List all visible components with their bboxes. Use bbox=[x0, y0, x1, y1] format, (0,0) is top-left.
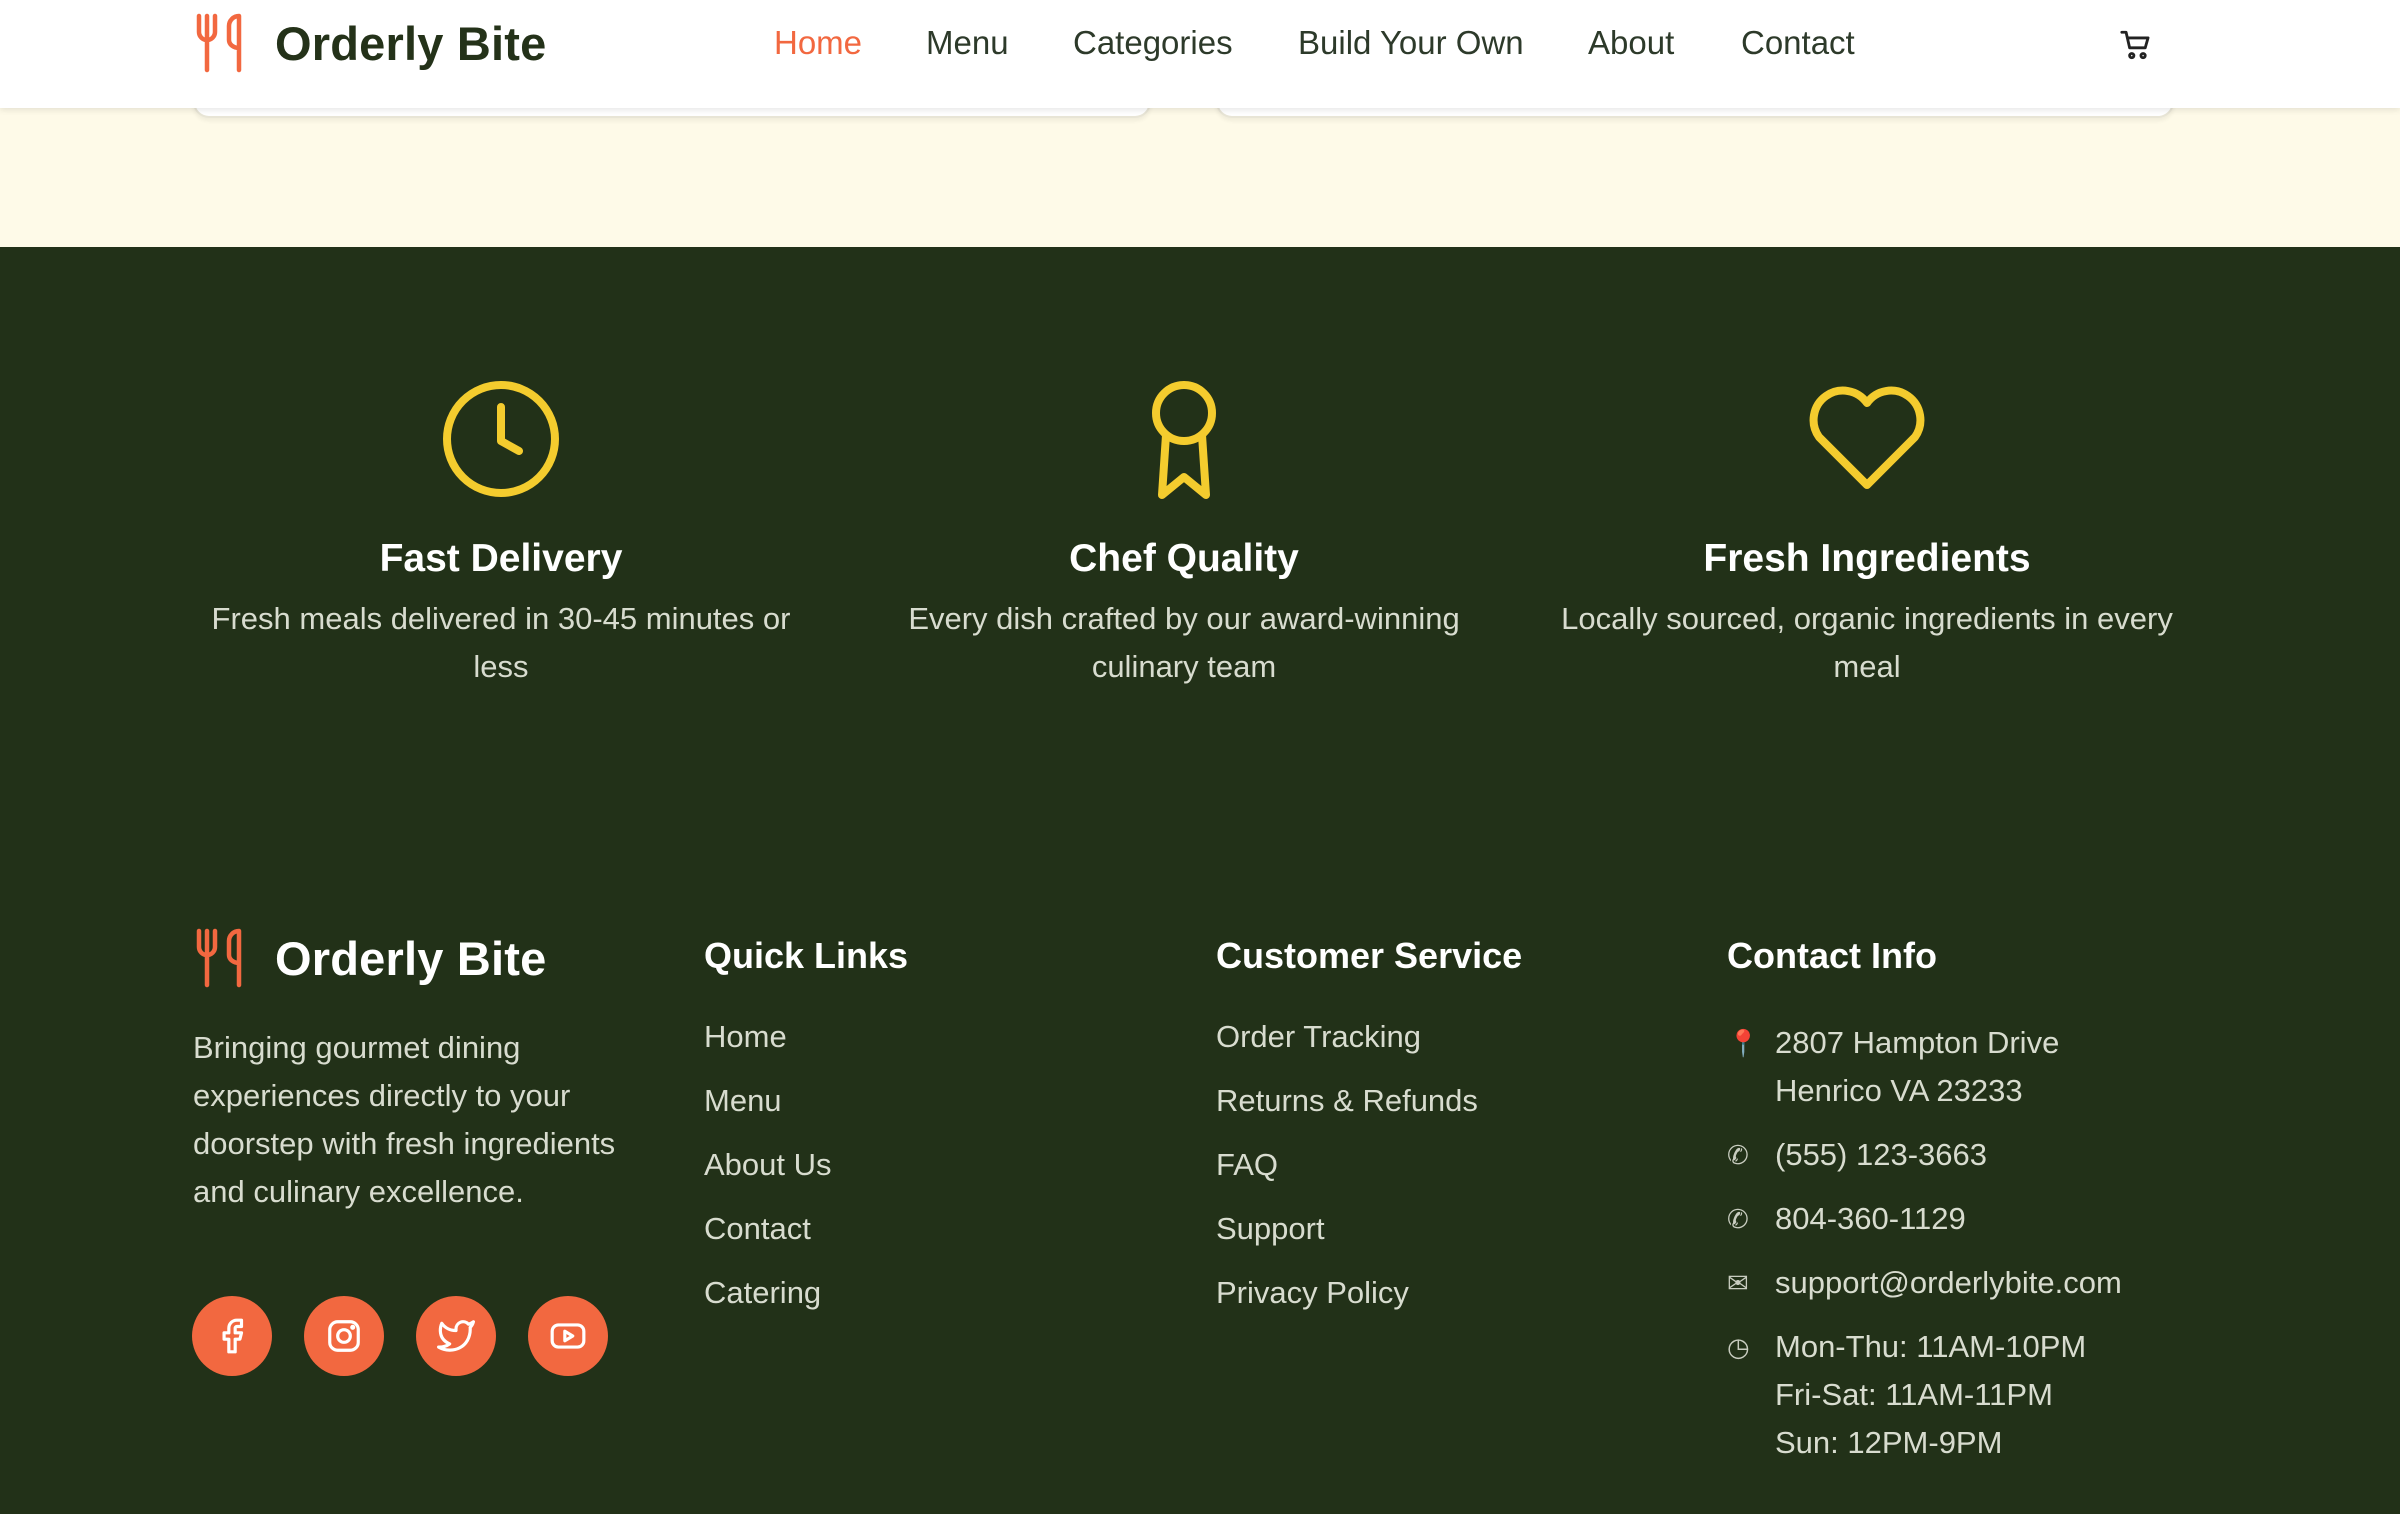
instagram-link[interactable] bbox=[304, 1296, 384, 1376]
footer-link-contact[interactable]: Contact bbox=[704, 1211, 832, 1275]
envelope-icon: ✉ bbox=[1727, 1268, 1749, 1298]
nav-menu[interactable]: Menu bbox=[926, 24, 1009, 62]
nav-about[interactable]: About bbox=[1588, 24, 1674, 62]
footer-brand-name: Orderly Bite bbox=[275, 931, 547, 985]
address-line: 2807 Hampton Drive bbox=[1775, 1025, 2060, 1060]
brand-logo[interactable]: Orderly Bite bbox=[193, 12, 546, 74]
phone-icon: ✆ bbox=[1727, 1204, 1749, 1234]
feature-description: Locally sourced, organic ingredients in … bbox=[1561, 601, 2173, 684]
clock-icon: ◷ bbox=[1727, 1332, 1750, 1362]
address-line: Henrico VA 23233 bbox=[1775, 1073, 2023, 1108]
feature-fast-delivery: Fast Delivery Fresh meals delivered in 3… bbox=[181, 377, 821, 691]
feature-chef-quality: Chef Quality Every dish crafted by our a… bbox=[864, 377, 1504, 691]
youtube-icon bbox=[550, 1323, 586, 1349]
youtube-link[interactable] bbox=[528, 1296, 608, 1376]
email-address[interactable]: support@orderlybite.com bbox=[1775, 1259, 2122, 1307]
hours-line: Sun: 12PM-9PM bbox=[1775, 1425, 2003, 1460]
footer-link-about-us[interactable]: About Us bbox=[704, 1147, 832, 1211]
contact-info-title: Contact Info bbox=[1727, 935, 1937, 976]
contact-phone: ✆ 804-360-1129 bbox=[1727, 1195, 2347, 1243]
social-links bbox=[192, 1296, 640, 1376]
footer-link-catering[interactable]: Catering bbox=[704, 1275, 832, 1339]
nav-contact[interactable]: Contact bbox=[1741, 24, 1855, 62]
footer-link-home[interactable]: Home bbox=[704, 1019, 832, 1083]
contact-info: 📍 2807 Hampton Drive Henrico VA 23233 ✆ … bbox=[1727, 1019, 2347, 1483]
feature-fresh-ingredients: Fresh Ingredients Locally sourced, organ… bbox=[1547, 377, 2187, 691]
hours-line: Mon-Thu: 11AM-10PM bbox=[1775, 1329, 2087, 1364]
customer-service-title: Customer Service bbox=[1216, 935, 1523, 976]
clock-icon bbox=[443, 381, 559, 497]
footer-link-menu[interactable]: Menu bbox=[704, 1083, 832, 1147]
hours-line: Fri-Sat: 11AM-11PM bbox=[1775, 1377, 2053, 1412]
feature-title: Fast Delivery bbox=[379, 537, 623, 580]
contact-email: ✉ support@orderlybite.com bbox=[1727, 1259, 2347, 1307]
brand-name: Orderly Bite bbox=[275, 16, 547, 70]
heart-icon bbox=[1809, 386, 1925, 489]
phone-icon: ✆ bbox=[1727, 1140, 1749, 1170]
footer-logo[interactable]: Orderly Bite bbox=[193, 927, 546, 989]
footer-about-text: Bringing gourmet dining experiences dire… bbox=[193, 1030, 616, 1209]
pin-icon: 📍 bbox=[1727, 1028, 1760, 1058]
nav-categories[interactable]: Categories bbox=[1073, 24, 1233, 62]
footer-link-support[interactable]: Support bbox=[1216, 1211, 1478, 1275]
site-footer: Fast Delivery Fresh meals delivered in 3… bbox=[0, 247, 2400, 1514]
utensils-icon bbox=[196, 13, 242, 73]
quick-links-title: Quick Links bbox=[704, 935, 909, 976]
instagram-icon bbox=[328, 1320, 360, 1352]
contact-address: 📍 2807 Hampton Drive Henrico VA 23233 bbox=[1727, 1019, 2347, 1115]
nav-home[interactable]: Home bbox=[774, 24, 862, 62]
twitter-icon bbox=[437, 1320, 475, 1352]
facebook-link[interactable] bbox=[192, 1296, 272, 1376]
footer-link-privacy-policy[interactable]: Privacy Policy bbox=[1216, 1275, 1478, 1339]
nav-build-your-own[interactable]: Build Your Own bbox=[1298, 24, 1524, 62]
phone-number[interactable]: (555) 123-3663 bbox=[1775, 1131, 1987, 1179]
feature-description: Every dish crafted by our award-winning … bbox=[908, 601, 1460, 684]
feature-title: Chef Quality bbox=[1069, 537, 1299, 580]
utensils-icon bbox=[196, 928, 242, 988]
footer-link-order-tracking[interactable]: Order Tracking bbox=[1216, 1019, 1478, 1083]
quick-links-list: Home Menu About Us Contact Catering bbox=[704, 1019, 832, 1339]
cart-icon[interactable] bbox=[2119, 28, 2153, 62]
award-icon bbox=[1152, 381, 1216, 499]
contact-phone: ✆ (555) 123-3663 bbox=[1727, 1131, 2347, 1179]
feature-description: Fresh meals delivered in 30-45 minutes o… bbox=[211, 601, 791, 684]
footer-link-faq[interactable]: FAQ bbox=[1216, 1147, 1478, 1211]
phone-number[interactable]: 804-360-1129 bbox=[1775, 1195, 1966, 1243]
customer-service-list: Order Tracking Returns & Refunds FAQ Sup… bbox=[1216, 1019, 1478, 1339]
site-header: Orderly Bite Home Menu Categories Build … bbox=[0, 0, 2400, 108]
contact-hours: ◷ Mon-Thu: 11AM-10PM Fri-Sat: 11AM-11PM … bbox=[1727, 1323, 2347, 1467]
footer-link-returns-refunds[interactable]: Returns & Refunds bbox=[1216, 1083, 1478, 1147]
feature-title: Fresh Ingredients bbox=[1703, 537, 2031, 580]
facebook-icon bbox=[222, 1318, 244, 1354]
twitter-link[interactable] bbox=[416, 1296, 496, 1376]
